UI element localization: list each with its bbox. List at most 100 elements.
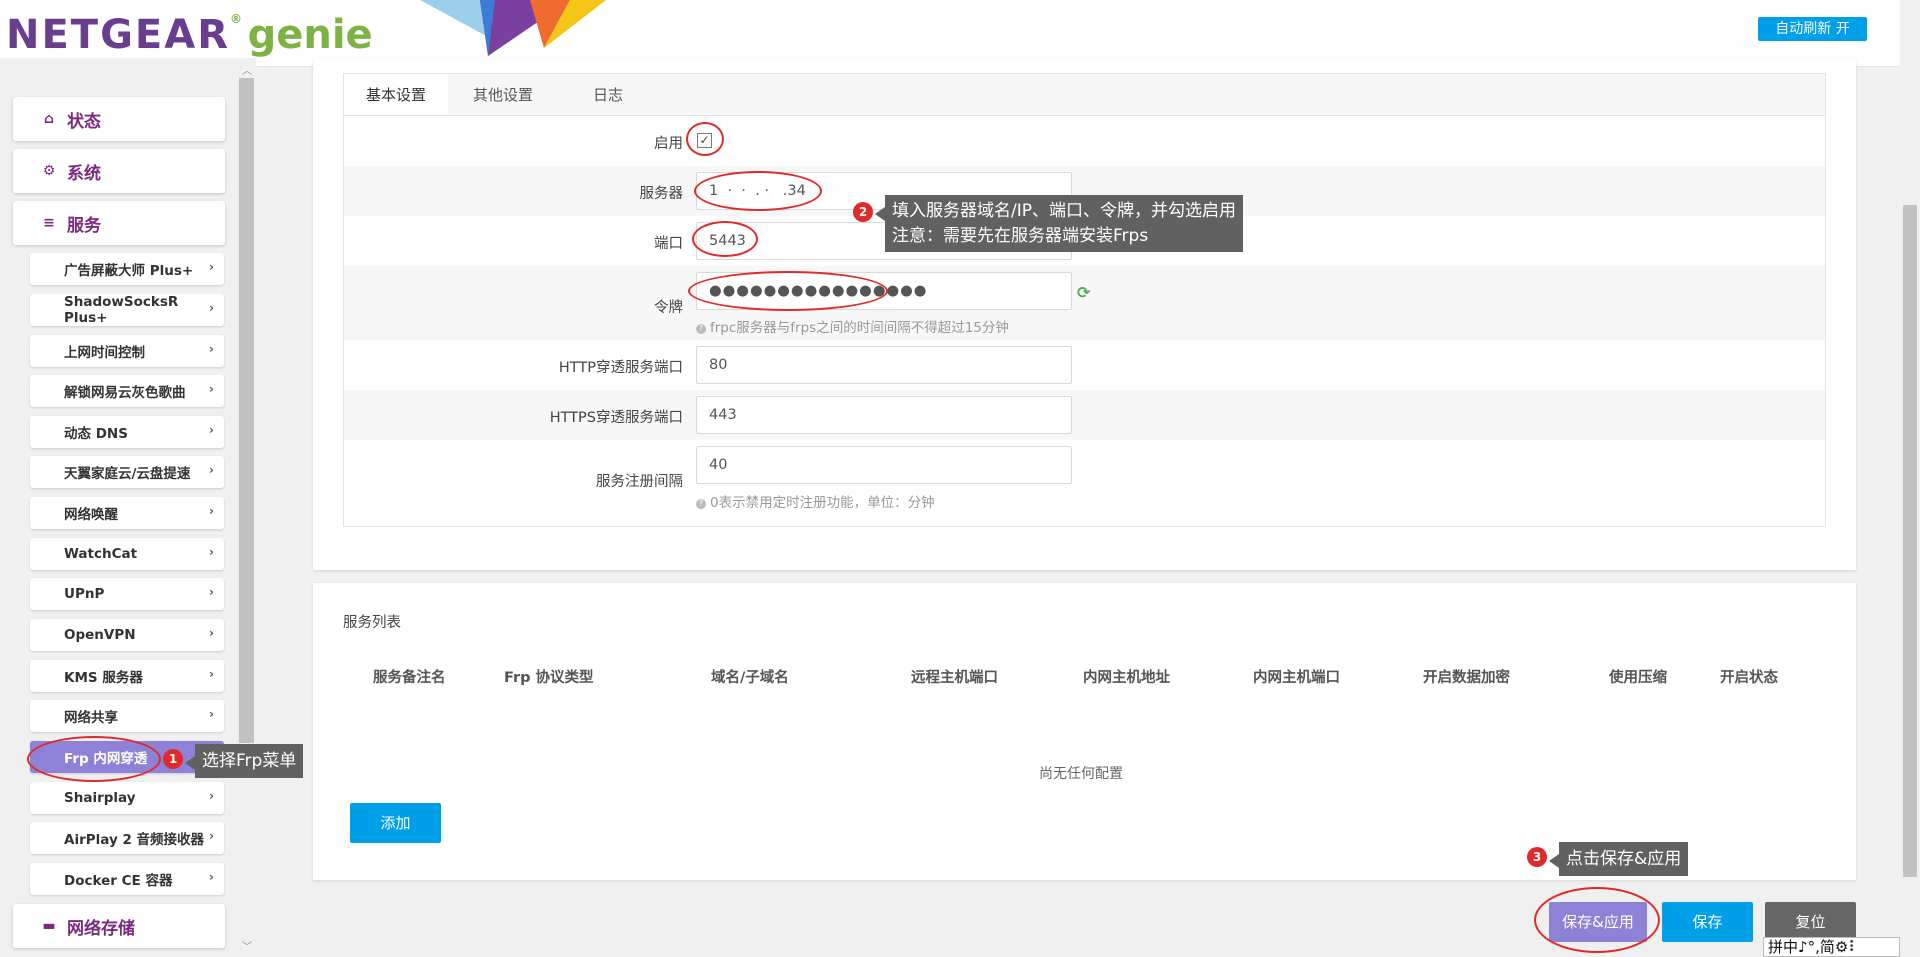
add-service-button[interactable]: 添加 (350, 803, 441, 843)
https-port-input[interactable]: 443 (696, 396, 1072, 434)
netgear-genie-logo: NETGEAR® genie (6, 12, 373, 58)
save-button[interactable]: 保存 (1662, 902, 1753, 942)
sidebar-sub-item[interactable]: 广告屏蔽大师 Plus+ › (30, 253, 224, 285)
gears-icon: ⚙ (42, 163, 56, 179)
sub-item-label: AirPlay 2 音频接收器 (64, 832, 205, 848)
sub-item-label: Docker CE 容器 (64, 873, 173, 889)
sidebar-item-services[interactable]: ≡ 服务 (13, 201, 225, 245)
sidebar-sub-item[interactable]: KMS 服务器 › (30, 660, 224, 692)
annotation-ring-frp-menu (27, 736, 161, 782)
refresh-token-icon[interactable]: ⟳ (1077, 283, 1090, 302)
column-header: 域名/子域名 (711, 670, 789, 686)
column-header: Frp 协议类型 (504, 670, 594, 686)
column-header: 开启状态 (1720, 670, 1778, 686)
scroll-down-icon[interactable]: ﹀ (242, 938, 252, 953)
scroll-up-icon[interactable]: ︿ (242, 62, 252, 77)
column-header: 内网主机地址 (1083, 670, 1170, 686)
chevron-right-icon: › (209, 829, 214, 843)
main-scrollbar[interactable] (1900, 0, 1920, 957)
server-label: 服务器 (639, 186, 684, 202)
logo-netgear-text: NETGEAR (6, 12, 230, 58)
basic-settings-form: 启用 服务器 1 · · . · .34 端口 5443 令牌 ●●●●●●●●… (343, 115, 1826, 527)
chevron-right-icon: › (209, 260, 214, 274)
sidebar-sub-item[interactable]: Shairplay › (30, 782, 224, 814)
sidebar-sub-item[interactable]: Docker CE 容器 › (30, 863, 224, 895)
annotation-badge-2: 2 (853, 202, 873, 222)
sidebar-sub-item[interactable]: 动态 DNS › (30, 416, 224, 448)
annotation-tip-2-line1: 填入服务器域名/IP、端口、令牌，并勾选启用 (892, 201, 1236, 221)
sidebar-sub-item[interactable]: 解锁网易云灰色歌曲 › (30, 375, 224, 407)
form-row-enable: 启用 (344, 116, 1825, 166)
chevron-right-icon: › (209, 585, 214, 599)
sidebar-item-status[interactable]: ⌂ 状态 (13, 97, 225, 141)
sidebar-sub-item[interactable]: ShadowSocksR Plus+ › (30, 294, 224, 326)
tab-basic-settings[interactable]: 基本设置 (344, 74, 448, 116)
sidebar-sub-item[interactable]: AirPlay 2 音频接收器 › (30, 822, 224, 854)
sidebar-sub-item[interactable]: 上网时间控制 › (30, 335, 224, 367)
sidebar-sub-item[interactable]: UPnP › (30, 578, 224, 610)
chevron-right-icon: › (209, 789, 214, 803)
service-list-title: 服务列表 (343, 615, 401, 631)
annotation-ring-save-apply (1534, 887, 1660, 953)
sidebar-sub-item[interactable]: WatchCat › (30, 538, 224, 570)
http-port-label: HTTP穿透服务端口 (558, 360, 683, 376)
chevron-right-icon: › (209, 870, 214, 884)
list-icon: ≡ (43, 215, 55, 231)
reset-button[interactable]: 复位 (1765, 902, 1856, 942)
sidebar-item-system[interactable]: ⚙ 系统 (13, 149, 225, 193)
chevron-right-icon: › (209, 667, 214, 681)
sub-item-label: 上网时间控制 (64, 345, 145, 361)
sub-item-label: 网络共享 (64, 710, 118, 726)
annotation-tip-2-line2: 注意：需要先在服务器端安装Frps (892, 226, 1149, 246)
annotation-badge-1: 1 (163, 749, 183, 769)
column-header: 远程主机端口 (911, 670, 998, 686)
auto-refresh-toggle[interactable]: 自动刷新 开 (1758, 17, 1867, 41)
form-row-token: 令牌 ●●●●●●●●●●●●●●●● ? frpc服务器与frps之间的时间间隔… (344, 266, 1825, 340)
sidebar-sub-item[interactable]: 网络唤醒 › (30, 497, 224, 529)
chevron-right-icon: › (209, 707, 214, 721)
interval-hint-text: 0表示禁用定时注册功能，单位：分钟 (710, 495, 935, 511)
sidebar-item-label: 网络存储 (67, 918, 135, 939)
chevron-right-icon: › (209, 626, 214, 640)
chevron-right-icon: › (209, 545, 214, 559)
sub-item-label: 天翼家庭云/云盘提速 (64, 466, 191, 482)
logo-reg-mark: ® (230, 12, 242, 26)
sidebar-item-label: 状态 (67, 111, 101, 132)
chevron-right-icon: › (209, 382, 214, 396)
tab-other-settings[interactable]: 其他设置 (448, 74, 558, 116)
sub-item-label: WatchCat (64, 546, 138, 562)
chevron-right-icon: › (209, 463, 214, 477)
empty-list-message: 尚无任何配置 (1039, 766, 1123, 782)
sidebar-sub-item[interactable]: 天翼家庭云/云盘提速 › (30, 456, 224, 488)
chevron-right-icon: › (209, 342, 214, 356)
annotation-badge-3: 3 (1527, 847, 1547, 867)
sidebar-sub-item[interactable]: OpenVPN › (30, 619, 224, 651)
annotation-tip-2: 填入服务器域名/IP、端口、令牌，并勾选启用 注意：需要先在服务器端安装Frps (875, 195, 1243, 252)
tab-log[interactable]: 日志 (558, 74, 658, 116)
sidebar-item-network-storage[interactable]: ▬ 网络存储 (13, 904, 225, 948)
logo-genie-text: genie (247, 12, 373, 58)
column-header: 开启数据加密 (1423, 670, 1510, 686)
http-port-input[interactable]: 80 (696, 346, 1072, 384)
ime-toolbar[interactable]: 拼中♪°,简⚙⠇ (1763, 937, 1900, 957)
question-icon: ? (696, 499, 706, 509)
sub-item-label: 网络唤醒 (64, 507, 118, 523)
form-row-https: HTTPS穿透服务端口 443 (344, 390, 1825, 440)
token-hint: ? frpc服务器与frps之间的时间间隔不得超过15分钟 (696, 316, 1009, 336)
chevron-right-icon: › (209, 423, 214, 437)
column-header: 使用压缩 (1609, 670, 1667, 686)
main-scroll-thumb[interactable] (1903, 205, 1917, 877)
sidebar-sub-item[interactable]: 网络共享 › (30, 700, 224, 732)
sub-item-label: 动态 DNS (64, 426, 128, 442)
sub-item-label: KMS 服务器 (64, 670, 143, 686)
port-label: 端口 (654, 236, 683, 252)
sidebar-scroll-thumb[interactable] (239, 78, 254, 743)
annotation-ring-port (692, 221, 758, 257)
sub-item-label: UPnP (64, 586, 105, 602)
token-hint-text: frpc服务器与frps之间的时间间隔不得超过15分钟 (710, 320, 1009, 336)
sidebar-scrollbar[interactable]: ︿ ﹀ (238, 66, 255, 957)
interval-input[interactable]: 40 (696, 446, 1072, 484)
sidebar-item-label: 服务 (67, 215, 101, 236)
sub-item-label: ShadowSocksR Plus+ (64, 294, 179, 326)
column-header: 服务备注名 (373, 670, 446, 686)
